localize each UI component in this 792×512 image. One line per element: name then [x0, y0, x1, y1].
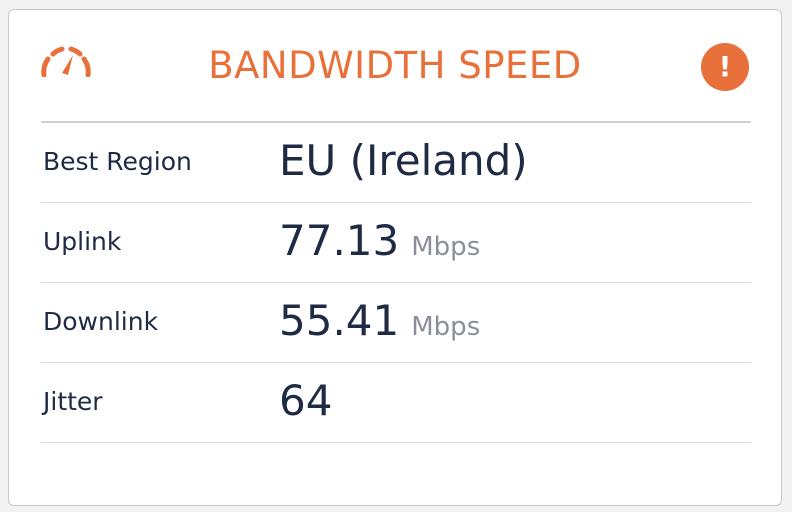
- metric-row-uplink: Uplink 77.13 Mbps: [41, 203, 751, 283]
- metric-value: 64: [279, 376, 332, 426]
- metric-row-best-region: Best Region EU (Ireland): [41, 123, 751, 203]
- metric-value-text: EU (Ireland): [279, 136, 528, 185]
- bandwidth-speed-card: BANDWIDTH SPEED ! Best Region EU (Irelan…: [8, 9, 782, 506]
- metric-value: EU (Ireland): [279, 136, 528, 186]
- metrics-list: Best Region EU (Ireland) Uplink 77.13 Mbp…: [41, 123, 751, 443]
- alert-icon[interactable]: !: [701, 43, 749, 91]
- metric-label: Uplink: [43, 227, 122, 256]
- metric-value-text: 77.13: [279, 216, 400, 265]
- metric-unit: Mbps: [411, 312, 481, 342]
- metric-unit: Mbps: [411, 232, 481, 262]
- metric-label: Best Region: [43, 147, 192, 176]
- metric-row-jitter: Jitter 64: [41, 363, 751, 443]
- widget-title: BANDWIDTH SPEED: [208, 44, 582, 87]
- metric-label: Downlink: [43, 307, 159, 336]
- metric-value-text: 64: [279, 376, 333, 425]
- metric-value: 77.13 Mbps: [279, 216, 480, 272]
- metric-row-downlink: Downlink 55.41 Mbps: [41, 283, 751, 363]
- metric-value: 55.41 Mbps: [279, 296, 480, 352]
- exclamation-icon: !: [718, 50, 732, 83]
- metric-label: Jitter: [43, 387, 103, 416]
- metric-value-text: 55.41: [279, 296, 400, 345]
